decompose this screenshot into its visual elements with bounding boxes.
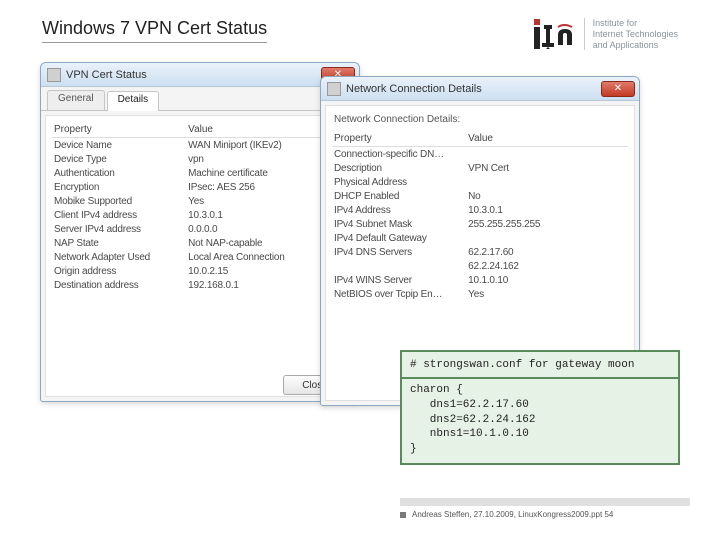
table-row[interactable]: Destination address192.168.0.1 [52,278,348,292]
table-row[interactable]: 62.2.24.162 [332,259,628,273]
table-row[interactable]: Device Typevpn [52,152,348,166]
window-title: Network Connection Details [346,83,601,95]
logo: Institute for Internet Technologies and … [534,18,678,50]
property-cell: Connection-specific DN… [332,149,468,160]
property-cell: IPv4 Address [332,205,468,216]
table-row[interactable]: Server IPv4 address0.0.0.0 [52,222,348,236]
property-cell: Encryption [52,182,188,193]
table-row[interactable]: Client IPv4 address10.3.0.1 [52,208,348,222]
value-cell: No [468,191,628,202]
property-cell: Client IPv4 address [52,210,188,221]
property-cell: Physical Address [332,177,468,188]
bullet-icon [400,512,406,518]
divider [402,377,678,379]
slide-footer: Andreas Steffen, 27.10.2009, LinuxKongre… [400,498,690,519]
tabs: General Details [41,87,359,111]
property-rows: Connection-specific DN…DescriptionVPN Ce… [332,147,628,301]
property-cell [332,261,468,272]
conf-body: charon { dns1=62.2.17.60 dns2=62.2.24.16… [410,384,535,455]
close-icon[interactable]: ✕ [601,81,635,97]
table-row[interactable]: Mobike SupportedYes [52,194,348,208]
window-title: VPN Cert Status [66,69,321,81]
property-cell: Network Adapter Used [52,252,188,263]
property-cell: Mobike Supported [52,196,188,207]
pane-subtitle: Network Connection Details: [334,114,628,125]
footer-text: Andreas Steffen, 27.10.2009, LinuxKongre… [412,510,613,519]
table-row[interactable]: AuthenticationMachine certificate [52,166,348,180]
col-property: Property [52,124,188,135]
value-cell [468,177,628,188]
app-icon [47,68,61,82]
table-row[interactable]: DHCP EnabledNo [332,189,628,203]
value-cell [468,233,628,244]
property-cell: IPv4 Subnet Mask [332,219,468,230]
logo-text: Institute for Internet Technologies and … [584,18,678,50]
logo-mark-icon [534,19,576,49]
property-cell: Device Type [52,154,188,165]
col-value: Value [468,133,628,144]
property-cell: NetBIOS over Tcpip En… [332,289,468,300]
value-cell: VPN Cert [468,163,628,174]
vpn-status-window: VPN Cert Status ✕ General Details Proper… [40,62,360,402]
property-cell: IPv4 WINS Server [332,275,468,286]
property-cell: IPv4 DNS Servers [332,247,468,258]
value-cell: Yes [468,289,628,300]
strongswan-conf: # strongswan.conf for gateway moon charo… [400,350,680,465]
value-cell: 62.2.24.162 [468,261,628,272]
table-row[interactable]: IPv4 DNS Servers62.2.17.60 [332,245,628,259]
value-cell: 10.1.0.10 [468,275,628,286]
grid-header: Property Value [332,131,628,147]
conf-header: # strongswan.conf for gateway moon [410,359,634,371]
table-row[interactable]: IPv4 Default Gateway [332,231,628,245]
titlebar[interactable]: Network Connection Details ✕ [321,77,639,101]
value-cell: 10.3.0.1 [468,205,628,216]
property-cell: Server IPv4 address [52,224,188,235]
value-cell: 62.2.17.60 [468,247,628,258]
tab-details[interactable]: Details [107,91,160,111]
col-property: Property [332,133,468,144]
table-row[interactable]: Physical Address [332,175,628,189]
property-cell: Destination address [52,280,188,291]
table-row[interactable]: DescriptionVPN Cert [332,161,628,175]
property-cell: NAP State [52,238,188,249]
property-cell: Origin address [52,266,188,277]
slide-header: Windows 7 VPN Cert Status Institute for … [0,0,720,56]
table-row[interactable]: Device NameWAN Miniport (IKEv2) [52,138,348,152]
property-cell: Device Name [52,140,188,151]
details-pane: Property Value Device NameWAN Miniport (… [45,115,355,397]
table-row[interactable]: IPv4 Subnet Mask255.255.255.255 [332,217,628,231]
property-rows: Device NameWAN Miniport (IKEv2)Device Ty… [52,138,348,292]
table-row[interactable]: Connection-specific DN… [332,147,628,161]
table-row[interactable]: NetBIOS over Tcpip En…Yes [332,287,628,301]
table-row[interactable]: NAP StateNot NAP-capable [52,236,348,250]
table-row[interactable]: IPv4 Address10.3.0.1 [332,203,628,217]
table-row[interactable]: IPv4 WINS Server10.1.0.10 [332,273,628,287]
property-cell: IPv4 Default Gateway [332,233,468,244]
titlebar[interactable]: VPN Cert Status ✕ [41,63,359,87]
app-icon [327,82,341,96]
table-row[interactable]: Network Adapter UsedLocal Area Connectio… [52,250,348,264]
value-cell [468,149,628,160]
property-cell: Authentication [52,168,188,179]
slide-title: Windows 7 VPN Cert Status [42,18,267,43]
property-cell: DHCP Enabled [332,191,468,202]
table-row[interactable]: EncryptionIPsec: AES 256 [52,180,348,194]
grid-header: Property Value [52,122,348,138]
table-row[interactable]: Origin address10.0.2.15 [52,264,348,278]
property-cell: Description [332,163,468,174]
tab-general[interactable]: General [47,90,105,110]
value-cell: 255.255.255.255 [468,219,628,230]
